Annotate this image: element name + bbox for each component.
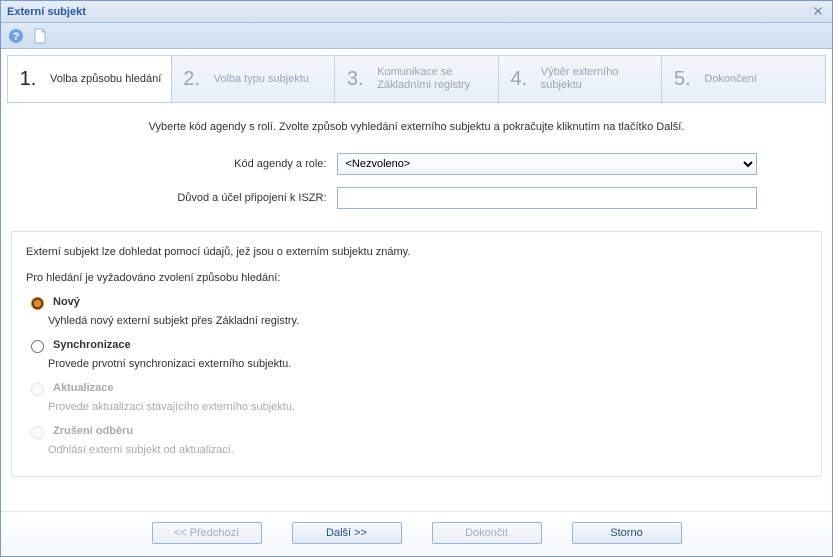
step-label: Komunikace se Základními registry xyxy=(377,66,470,92)
radio-item-novy: Nový Vyhledá nový externí subjekt přes Z… xyxy=(26,294,807,327)
step-1[interactable]: 1. Volba způsobu hledání xyxy=(8,56,172,102)
radio-title: Synchronizace xyxy=(53,339,131,351)
help-icon[interactable]: ? xyxy=(7,27,25,45)
radio-label: Aktualizace xyxy=(26,380,114,396)
radio-item-sync: Synchronizace Provede prvotní synchroniz… xyxy=(26,337,807,370)
step-number: 5. xyxy=(670,68,694,91)
step-number: 1. xyxy=(16,68,40,91)
radio-desc: Provede aktualizaci stávajícího externíh… xyxy=(48,401,807,413)
step-2[interactable]: 2. Volba typu subjektu xyxy=(172,56,336,102)
radio-desc: Vyhledá nový externí subjekt přes Základ… xyxy=(48,315,807,327)
agenda-label: Kód agendy a role: xyxy=(77,158,337,170)
instruction-text: Vyberte kód agendy s rolí. Zvolte způsob… xyxy=(1,113,832,147)
radio-label: Zrušení odběru xyxy=(26,423,133,439)
wizard-steps: 1. Volba způsobu hledání 2. Volba typu s… xyxy=(7,55,826,103)
window-title: Externí subjekt xyxy=(7,6,86,18)
step-3[interactable]: 3. Komunikace se Základními registry xyxy=(335,56,499,102)
radio-label[interactable]: Nový xyxy=(26,294,80,310)
prev-button: << Předchozí xyxy=(152,522,262,544)
step-number: 3. xyxy=(343,68,367,91)
footer-buttons: << Předchozí Další >> Dokončit Storno xyxy=(1,511,832,556)
row-agenda: Kód agendy a role: <Nezvoleno> xyxy=(1,153,832,175)
agenda-select[interactable]: <Nezvoleno> xyxy=(337,153,757,175)
radio-title: Aktualizace xyxy=(53,382,114,394)
cancel-button[interactable]: Storno xyxy=(572,522,682,544)
radio-zruseni xyxy=(31,426,44,439)
options-panel: Externí subjekt lze dohledat pomocí údaj… xyxy=(11,231,822,477)
reason-label: Důvod a účel připojení k ISZR: xyxy=(77,192,337,204)
radio-title: Nový xyxy=(53,296,80,308)
radio-aktualizace xyxy=(31,383,44,396)
step-number: 2. xyxy=(180,68,204,91)
step-number: 4. xyxy=(507,68,531,91)
dialog-window: Externí subjekt ? 1. Volba způsobu hledá… xyxy=(0,0,833,557)
reason-input[interactable] xyxy=(337,187,757,209)
next-button[interactable]: Další >> xyxy=(292,522,402,544)
radio-group-method: Nový Vyhledá nový externí subjekt přes Z… xyxy=(26,294,807,456)
radio-desc: Odhlásí externí subjekt od aktualizací. xyxy=(48,444,807,456)
radio-novy[interactable] xyxy=(31,297,44,310)
title-bar: Externí subjekt xyxy=(1,1,832,23)
radio-sync[interactable] xyxy=(31,340,44,353)
row-reason: Důvod a účel připojení k ISZR: xyxy=(1,187,832,209)
step-label: Volba typu subjektu xyxy=(214,73,309,86)
radio-title: Zrušení odběru xyxy=(53,425,133,437)
document-icon[interactable] xyxy=(31,27,49,45)
radio-item-aktualizace: Aktualizace Provede aktualizaci stávajíc… xyxy=(26,380,807,413)
step-label: Dokončení xyxy=(704,73,757,86)
svg-text:?: ? xyxy=(13,31,20,43)
close-icon[interactable] xyxy=(812,5,826,19)
toolbar: ? xyxy=(1,23,832,49)
panel-intro1: Externí subjekt lze dohledat pomocí údaj… xyxy=(26,246,807,258)
step-5[interactable]: 5. Dokončení xyxy=(662,56,825,102)
step-4[interactable]: 4. Výběr externího subjektu xyxy=(499,56,663,102)
finish-button: Dokončit xyxy=(432,522,542,544)
radio-item-zruseni: Zrušení odběru Odhlásí externí subjekt o… xyxy=(26,423,807,456)
step-label: Volba způsobu hledání xyxy=(50,73,161,86)
radio-desc: Provede prvotní synchronizaci externího … xyxy=(48,358,807,370)
step-label: Výběr externího subjektu xyxy=(541,66,619,92)
radio-label[interactable]: Synchronizace xyxy=(26,337,131,353)
panel-intro2: Pro hledání je vyžadováno zvolení způsob… xyxy=(26,272,807,284)
